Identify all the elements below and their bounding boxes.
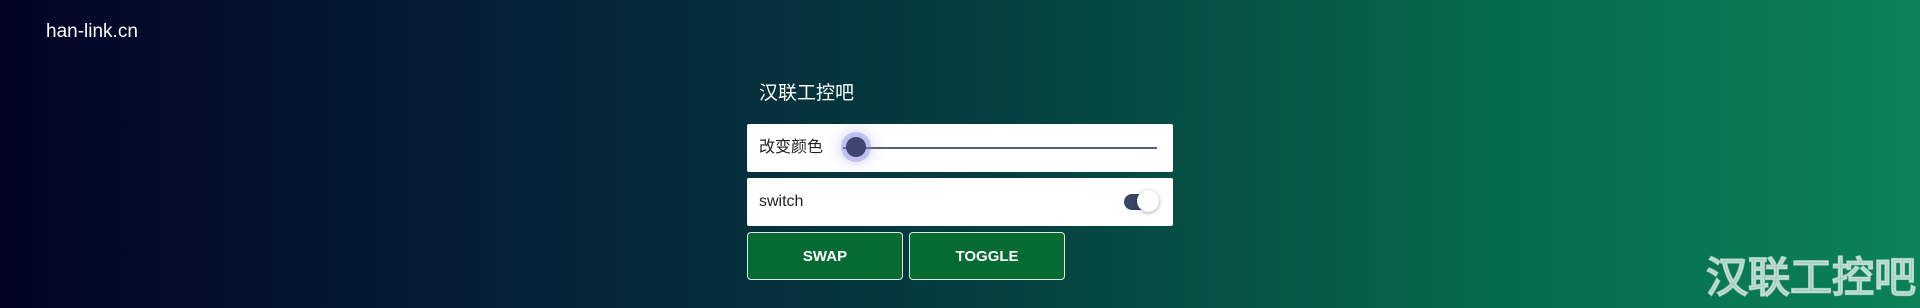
switch-thumb[interactable] — [1137, 190, 1159, 212]
control-panel: 汉联工控吧 改变颜色 switch SWAP TOGGLE — [747, 76, 1173, 280]
toggle-button[interactable]: TOGGLE — [909, 232, 1065, 280]
swap-button[interactable]: SWAP — [747, 232, 903, 280]
site-name: han-link.cn — [46, 21, 138, 42]
watermark: 汉联工控吧 — [1705, 253, 1916, 303]
switch-label: switch — [759, 193, 804, 210]
color-control-row: 改变颜色 — [747, 124, 1173, 172]
color-slider-thumb[interactable] — [846, 137, 866, 157]
panel-title: 汉联工控吧 — [759, 83, 855, 104]
color-slider-track[interactable] — [843, 147, 1157, 149]
switch-control-row: switch — [747, 178, 1173, 226]
color-control-label: 改变颜色 — [759, 139, 824, 156]
action-buttons: SWAP TOGGLE — [747, 232, 1173, 280]
